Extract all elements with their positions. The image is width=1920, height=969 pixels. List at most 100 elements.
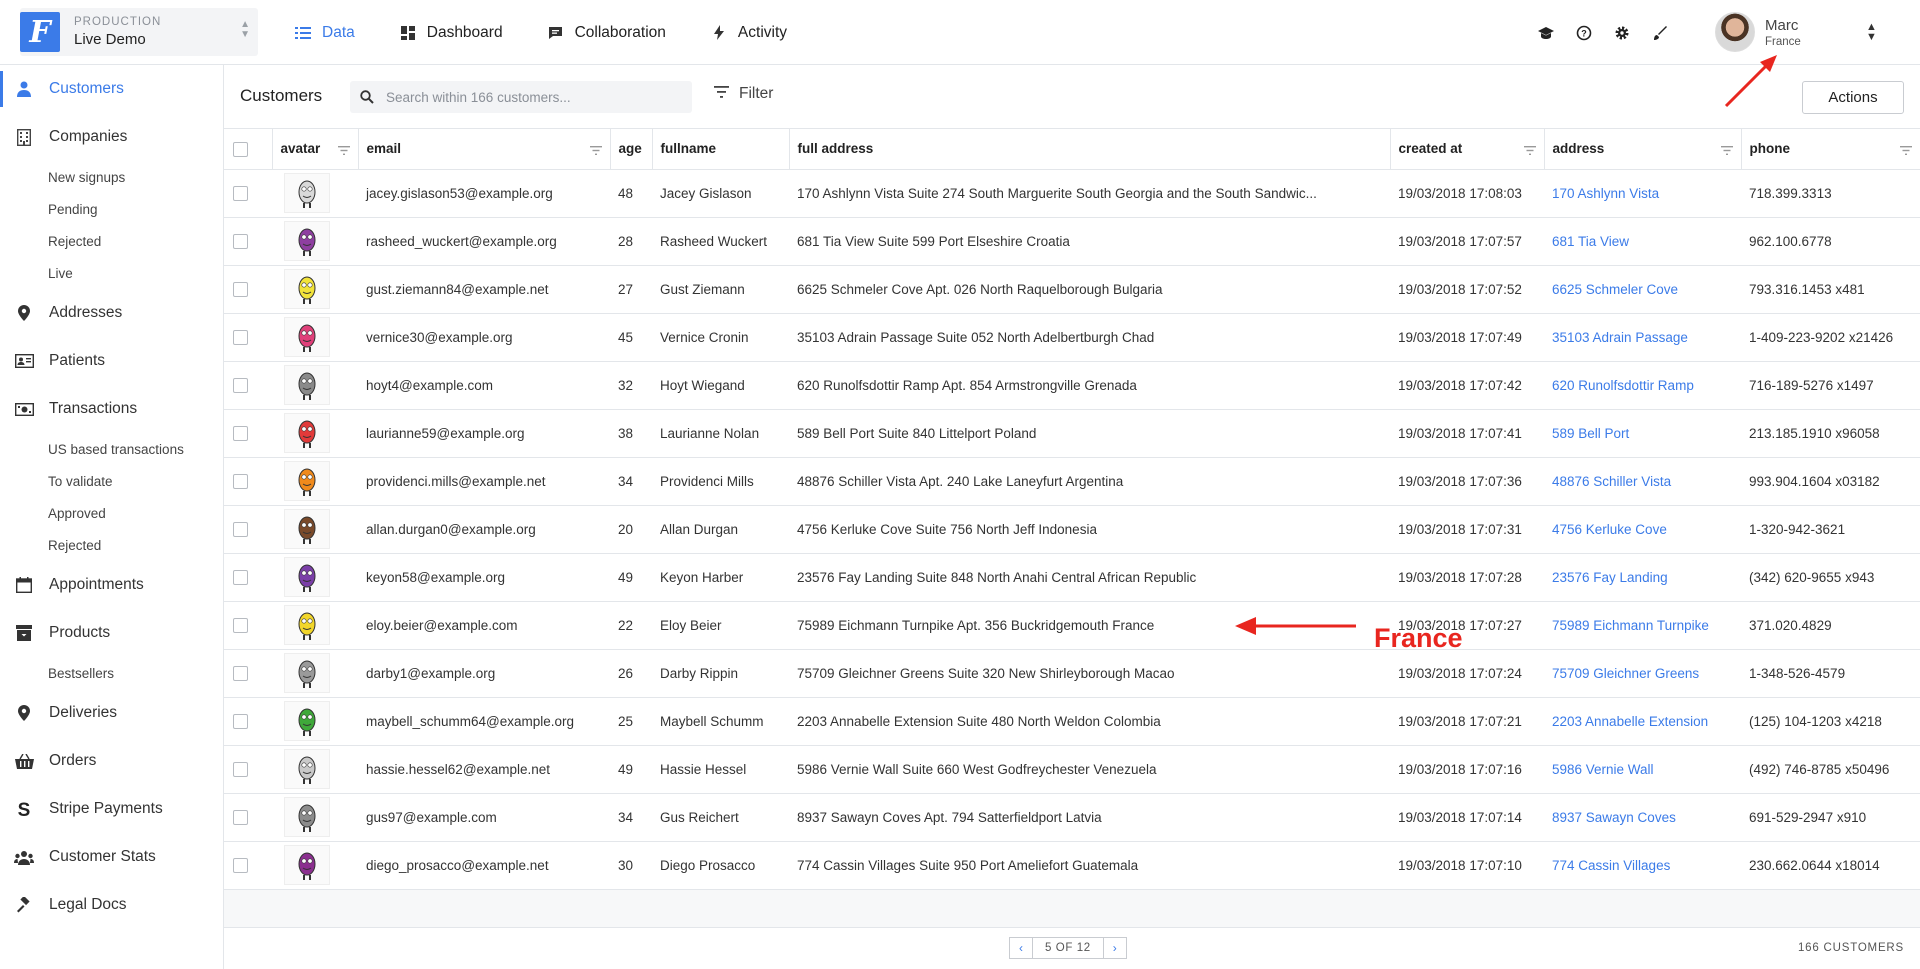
table-row[interactable]: eloy.beier@example.com 22 Eloy Beier 75989 …: [224, 601, 1920, 650]
row-checkbox[interactable]: [233, 329, 248, 345]
table-row[interactable]: darby1@example.org 26 Darby Rippin 75709 Gl…: [224, 649, 1920, 698]
sidebar-item-transactions[interactable]: Transactions: [0, 385, 223, 433]
graduation-cap-icon[interactable]: [1535, 22, 1557, 44]
sidebar-item-patients[interactable]: Patients: [0, 337, 223, 385]
cell-address-link[interactable]: 589 Bell Port: [1544, 409, 1741, 458]
row-checkbox[interactable]: [233, 857, 248, 873]
sidebar-subitem-new-signups[interactable]: New signups: [0, 161, 223, 193]
cell-address-link[interactable]: 774 Cassin Villages: [1544, 841, 1741, 890]
row-checkbox[interactable]: [233, 665, 248, 681]
table-row[interactable]: keyon58@example.org 49 Keyon Harber 23576 F…: [224, 553, 1920, 602]
sidebar-item-stripe-payments[interactable]: S Stripe Payments: [0, 785, 223, 833]
filter-icon[interactable]: [1900, 143, 1912, 158]
row-checkbox[interactable]: [233, 185, 248, 201]
cell-address-link[interactable]: 620 Runolfsdottir Ramp: [1544, 361, 1741, 410]
table-row[interactable]: providenci.mills@example.net 34 Providenci…: [224, 457, 1920, 506]
select-all-checkbox[interactable]: [233, 141, 248, 157]
filter-icon[interactable]: [337, 143, 350, 158]
actions-button[interactable]: Actions: [1802, 81, 1904, 114]
sidebar-item-companies[interactable]: Companies: [0, 113, 223, 161]
filter-button[interactable]: Filter: [714, 85, 773, 103]
search-input[interactable]: [386, 89, 686, 105]
cell-address-link[interactable]: 681 Tia View: [1544, 217, 1741, 266]
sidebar-subitem-pending[interactable]: Pending: [0, 193, 223, 225]
row-checkbox[interactable]: [233, 377, 248, 393]
table-row[interactable]: hassie.hessel62@example.net 49 Hassie Hess…: [224, 745, 1920, 794]
sidebar-item-orders[interactable]: Orders: [0, 737, 223, 785]
column-header-age[interactable]: age: [610, 129, 653, 170]
table-row[interactable]: hoyt4@example.com 32 Hoyt Wiegand 620 Runol…: [224, 361, 1920, 410]
row-checkbox[interactable]: [233, 713, 248, 729]
sidebar-item-deliveries[interactable]: Deliveries: [0, 689, 223, 737]
column-header-fullname[interactable]: fullname: [652, 129, 790, 170]
sidebar-subitem-us-based-transactions[interactable]: US based transactions: [0, 433, 223, 465]
row-checkbox[interactable]: [233, 233, 248, 249]
sidebar-subitem-bestsellers[interactable]: Bestsellers: [0, 657, 223, 689]
cell-address-link[interactable]: 5986 Vernie Wall: [1544, 745, 1741, 794]
column-header-phone[interactable]: phone: [1741, 129, 1920, 170]
row-checkbox[interactable]: [233, 761, 248, 777]
row-checkbox[interactable]: [233, 281, 248, 297]
cell-address-link[interactable]: 4756 Kerluke Cove: [1544, 505, 1741, 554]
table-row[interactable]: allan.durgan0@example.org 20 Allan Durgan 4…: [224, 505, 1920, 554]
cell-address-link[interactable]: 75709 Gleichner Greens: [1544, 649, 1741, 698]
sidebar-item-products[interactable]: Products: [0, 609, 223, 657]
table-row[interactable]: diego_prosacco@example.net 30 Diego Prosac…: [224, 841, 1920, 890]
row-checkbox[interactable]: [233, 809, 248, 825]
row-checkbox[interactable]: [233, 473, 248, 489]
sidebar-item-appointments[interactable]: Appointments: [0, 561, 223, 609]
sidebar-subitem-rejected-transactions[interactable]: Rejected: [0, 529, 223, 561]
table-row[interactable]: maybell_schumm64@example.org 25 Maybell Sc…: [224, 697, 1920, 746]
help-icon[interactable]: ?: [1573, 22, 1595, 44]
column-header-created-at[interactable]: created at: [1390, 129, 1545, 170]
sidebar-subitem-rejected[interactable]: Rejected: [0, 225, 223, 257]
search-box[interactable]: [350, 81, 692, 113]
table-row[interactable]: rasheed_wuckert@example.org 28 Rasheed Wuc…: [224, 217, 1920, 266]
cell-address-link[interactable]: 2203 Annabelle Extension: [1544, 697, 1741, 746]
cell-address-link[interactable]: 75989 Eichmann Turnpike: [1544, 601, 1741, 650]
sidebar-subitem-to-validate[interactable]: To validate: [0, 465, 223, 497]
cell-address-link[interactable]: 48876 Schiller Vista: [1544, 457, 1741, 506]
table-row[interactable]: laurianne59@example.org 38 Laurianne Nolan…: [224, 409, 1920, 458]
row-checkbox[interactable]: [233, 521, 248, 537]
cell-address-link[interactable]: 35103 Adrain Passage: [1544, 313, 1741, 362]
table-row[interactable]: jacey.gislason53@example.org 48 Jacey Gisl…: [224, 169, 1920, 218]
column-header-address[interactable]: address: [1544, 129, 1742, 170]
row-checkbox[interactable]: [233, 617, 248, 633]
table-row[interactable]: vernice30@example.org 45 Vernice Cronin 351…: [224, 313, 1920, 362]
cell-address-link[interactable]: 6625 Schmeler Cove: [1544, 265, 1741, 314]
previous-page-button[interactable]: ‹: [1009, 937, 1033, 959]
cell-address-link[interactable]: 8937 Sawayn Coves: [1544, 793, 1741, 842]
cell-full-address: 620 Runolfsdottir Ramp Apt. 854 Armstron…: [789, 361, 1390, 410]
cell-address-link[interactable]: 170 Ashlynn Vista: [1544, 169, 1741, 218]
sidebar-item-customer-stats[interactable]: Customer Stats: [0, 833, 223, 881]
table-row[interactable]: gus97@example.com 34 Gus Reichert 8937 Sawa…: [224, 793, 1920, 842]
nav-dashboard[interactable]: Dashboard: [399, 24, 503, 42]
filter-icon[interactable]: [589, 143, 602, 158]
column-header-full-address[interactable]: full address: [789, 129, 1391, 170]
cell-age: 45: [610, 313, 652, 362]
gear-icon[interactable]: [1611, 22, 1633, 44]
avatar: [284, 365, 330, 405]
nav-activity[interactable]: Activity: [710, 24, 787, 42]
filter-icon[interactable]: [1523, 143, 1536, 158]
sidebar-item-customers[interactable]: Customers: [0, 65, 223, 113]
column-header-avatar[interactable]: avatar: [272, 129, 359, 170]
row-checkbox[interactable]: [233, 425, 248, 441]
row-checkbox[interactable]: [233, 569, 248, 585]
next-page-button[interactable]: ›: [1102, 937, 1127, 959]
filter-icon[interactable]: [1720, 143, 1733, 158]
sidebar-subitem-approved[interactable]: Approved: [0, 497, 223, 529]
user-menu[interactable]: Marc France: [1715, 12, 1801, 52]
nav-data[interactable]: Data: [294, 24, 355, 42]
table-row[interactable]: gust.ziemann84@example.net 27 Gust Ziemann…: [224, 265, 1920, 314]
sidebar-item-legal-docs[interactable]: Legal Docs: [0, 881, 223, 929]
brush-icon[interactable]: [1649, 22, 1671, 44]
sidebar-subitem-live[interactable]: Live: [0, 257, 223, 289]
cell-address-link[interactable]: 23576 Fay Landing: [1544, 553, 1741, 602]
nav-collaboration[interactable]: Collaboration: [547, 24, 666, 42]
sidebar-item-addresses[interactable]: Addresses: [0, 289, 223, 337]
environment-switcher[interactable]: F PRODUCTION Live Demo ▲ ▼: [20, 8, 258, 56]
chevron-up-down-icon[interactable]: ▲ ▼: [1866, 22, 1877, 43]
column-header-email[interactable]: email: [358, 129, 611, 170]
